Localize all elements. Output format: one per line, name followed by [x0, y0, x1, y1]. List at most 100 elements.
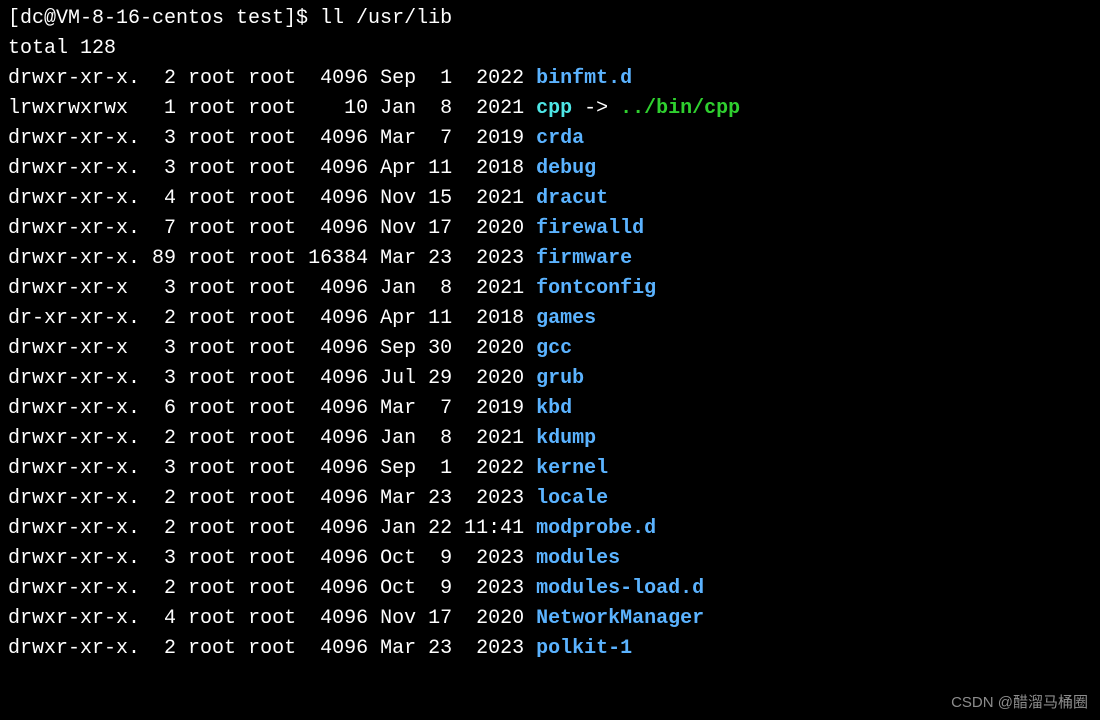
file-row: lrwxrwxrwx 1 root root 10 Jan 8 2021 cpp… [8, 94, 1092, 124]
link-count: 2 [140, 427, 176, 450]
file-date: Mar 7 2019 [368, 127, 524, 150]
file-size: 4096 [296, 127, 368, 150]
permissions: drwxr-xr-x [8, 277, 140, 300]
file-size: 4096 [296, 67, 368, 90]
watermark: CSDN @醋溜马桶圈 [951, 692, 1088, 715]
file-listing: drwxr-xr-x. 2 root root 4096 Sep 1 2022 … [8, 64, 1092, 664]
group: root [236, 547, 296, 570]
link-count: 2 [140, 637, 176, 660]
file-name: modules [524, 547, 620, 570]
file-size: 4096 [296, 427, 368, 450]
link-count: 3 [140, 457, 176, 480]
file-size: 4096 [296, 517, 368, 540]
owner: root [176, 487, 236, 510]
owner: root [176, 157, 236, 180]
group: root [236, 277, 296, 300]
file-size: 4096 [296, 397, 368, 420]
file-row: drwxr-xr-x. 6 root root 4096 Mar 7 2019 … [8, 394, 1092, 424]
owner: root [176, 457, 236, 480]
file-size: 4096 [296, 157, 368, 180]
permissions: drwxr-xr-x. [8, 247, 140, 270]
file-name: dracut [524, 187, 608, 210]
permissions: drwxr-xr-x. [8, 607, 140, 630]
owner: root [176, 337, 236, 360]
file-name: crda [524, 127, 584, 150]
link-count: 1 [140, 97, 176, 120]
file-date: Nov 17 2020 [368, 607, 524, 630]
link-count: 4 [140, 607, 176, 630]
file-date: Mar 23 2023 [368, 637, 524, 660]
owner: root [176, 577, 236, 600]
group: root [236, 157, 296, 180]
owner: root [176, 547, 236, 570]
owner: root [176, 247, 236, 270]
owner: root [176, 127, 236, 150]
link-count: 4 [140, 187, 176, 210]
owner: root [176, 367, 236, 390]
file-row: drwxr-xr-x. 3 root root 4096 Mar 7 2019 … [8, 124, 1092, 154]
file-name: kdump [524, 427, 596, 450]
file-name: gcc [524, 337, 572, 360]
permissions: drwxr-xr-x. [8, 127, 140, 150]
file-name: modprobe.d [524, 517, 656, 540]
file-size: 4096 [296, 637, 368, 660]
link-count: 3 [140, 127, 176, 150]
permissions: drwxr-xr-x. [8, 577, 140, 600]
link-count: 3 [140, 157, 176, 180]
file-size: 4096 [296, 217, 368, 240]
group: root [236, 577, 296, 600]
file-name: firewalld [524, 217, 644, 240]
permissions: drwxr-xr-x. [8, 637, 140, 660]
permissions: drwxr-xr-x. [8, 397, 140, 420]
file-size: 4096 [296, 607, 368, 630]
owner: root [176, 307, 236, 330]
link-count: 2 [140, 307, 176, 330]
file-row: drwxr-xr-x. 89 root root 16384 Mar 23 20… [8, 244, 1092, 274]
file-row: drwxr-xr-x. 3 root root 4096 Apr 11 2018… [8, 154, 1092, 184]
file-name: debug [524, 157, 596, 180]
group: root [236, 247, 296, 270]
owner: root [176, 67, 236, 90]
file-date: Nov 17 2020 [368, 217, 524, 240]
group: root [236, 427, 296, 450]
file-size: 4096 [296, 547, 368, 570]
file-date: Jan 8 2021 [368, 97, 524, 120]
file-date: Sep 1 2022 [368, 67, 524, 90]
permissions: drwxr-xr-x [8, 337, 140, 360]
link-count: 2 [140, 577, 176, 600]
owner: root [176, 97, 236, 120]
group: root [236, 457, 296, 480]
group: root [236, 517, 296, 540]
link-count: 3 [140, 367, 176, 390]
permissions: drwxr-xr-x. [8, 217, 140, 240]
file-date: Apr 11 2018 [368, 157, 524, 180]
permissions: drwxr-xr-x. [8, 187, 140, 210]
file-size: 4096 [296, 307, 368, 330]
file-name: firmware [524, 247, 632, 270]
file-name: locale [524, 487, 608, 510]
file-size: 4096 [296, 577, 368, 600]
owner: root [176, 607, 236, 630]
group: root [236, 367, 296, 390]
file-row: drwxr-xr-x. 2 root root 4096 Sep 1 2022 … [8, 64, 1092, 94]
file-row: drwxr-xr-x 3 root root 4096 Sep 30 2020 … [8, 334, 1092, 364]
file-date: Oct 9 2023 [368, 547, 524, 570]
symlink-arrow: -> [572, 97, 620, 120]
link-count: 3 [140, 547, 176, 570]
link-count: 6 [140, 397, 176, 420]
permissions: drwxr-xr-x. [8, 457, 140, 480]
owner: root [176, 517, 236, 540]
permissions: drwxr-xr-x. [8, 517, 140, 540]
file-size: 4096 [296, 187, 368, 210]
group: root [236, 397, 296, 420]
link-count: 89 [140, 247, 176, 270]
file-row: drwxr-xr-x. 3 root root 4096 Jul 29 2020… [8, 364, 1092, 394]
owner: root [176, 397, 236, 420]
terminal-prompt[interactable]: [dc@VM-8-16-centos test]$ ll /usr/lib [8, 4, 1092, 34]
file-name: binfmt.d [524, 67, 632, 90]
file-size: 4096 [296, 487, 368, 510]
file-date: Mar 23 2023 [368, 247, 524, 270]
file-date: Mar 23 2023 [368, 487, 524, 510]
owner: root [176, 187, 236, 210]
owner: root [176, 277, 236, 300]
